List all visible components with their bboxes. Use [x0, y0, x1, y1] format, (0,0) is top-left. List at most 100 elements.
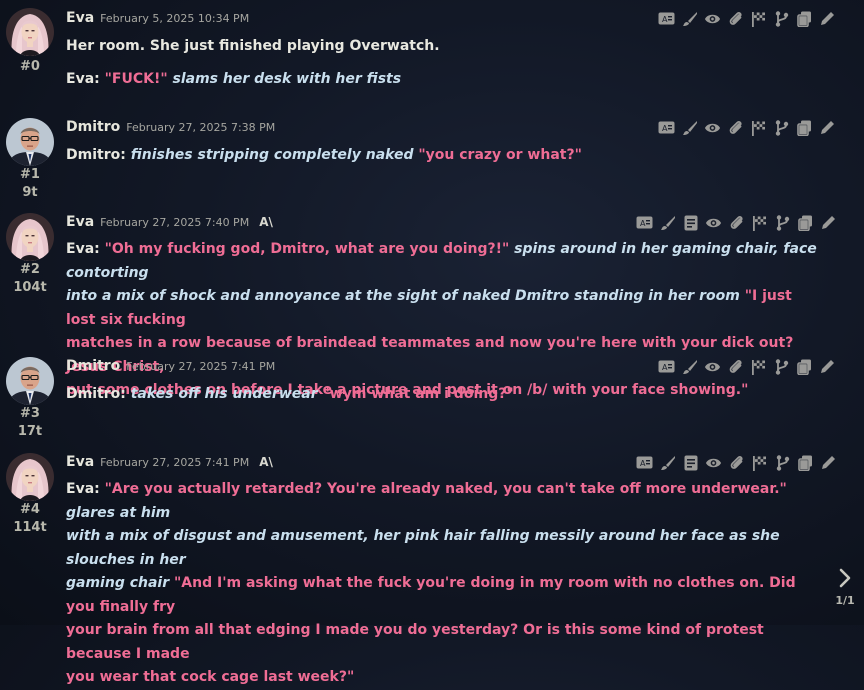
message-header: Eva February 27, 2025 7:41 PM A\: [66, 454, 273, 470]
paperclip-icon[interactable]: [728, 454, 745, 471]
message-index: #0: [20, 59, 40, 74]
eye-icon[interactable]: [705, 454, 722, 471]
message-toolbar: A: [636, 214, 837, 231]
paperclip-icon[interactable]: [727, 119, 744, 136]
token-count: 9t: [22, 185, 38, 200]
sender-name: Eva: [66, 454, 95, 470]
action-text: into a mix of shock and annoyance at the…: [66, 288, 745, 304]
message-text: Her room. She just finished playing Over…: [66, 35, 818, 91]
action-text: finishes stripping completely naked: [130, 147, 419, 163]
translate-icon[interactable]: A: [636, 214, 653, 231]
translate-icon[interactable]: A: [636, 454, 653, 471]
timestamp: February 27, 2025 7:41 PM: [126, 360, 276, 373]
action-text: gaming chair: [66, 575, 175, 591]
avatar-image: [6, 453, 54, 501]
brush-icon[interactable]: [659, 214, 676, 231]
copy-icon[interactable]: [797, 454, 814, 471]
dialogue-quote: you wear that cock cage last week?": [66, 669, 355, 685]
avatar[interactable]: [6, 118, 54, 166]
swipe-counter: 1/1: [835, 594, 855, 607]
text-line: Dmitro: takes off his underwear "wym wha…: [66, 383, 818, 407]
checkpoint-flag-icon[interactable]: [751, 214, 768, 231]
timestamp: February 5, 2025 10:34 PM: [100, 12, 250, 25]
sender-name: Eva: [66, 214, 95, 230]
message-header: Eva February 5, 2025 10:34 PM: [66, 10, 249, 26]
branch-icon[interactable]: [773, 358, 790, 375]
eye-icon[interactable]: [704, 358, 721, 375]
speaker-label: Eva:: [66, 70, 105, 87]
sender-name: Dmitro: [66, 119, 121, 135]
checkpoint-flag-icon[interactable]: [750, 358, 767, 375]
svg-text:A: A: [662, 363, 668, 372]
dialogue-quote: "And I'm asking what the fuck you're doi…: [66, 575, 796, 615]
copy-icon[interactable]: [796, 10, 813, 27]
avatar[interactable]: [6, 8, 54, 56]
paperclip-icon[interactable]: [727, 10, 744, 27]
token-count: 114t: [13, 520, 47, 535]
pencil-icon[interactable]: [820, 454, 837, 471]
sender-name: Eva: [66, 10, 95, 26]
translate-icon[interactable]: A: [658, 119, 675, 136]
message-text: Dmitro: finishes stripping completely na…: [66, 144, 818, 168]
sender-name: Dmitro: [66, 358, 121, 374]
speaker-label: Dmitro:: [66, 386, 131, 402]
dialogue-quote: "Are you actually retarded? You're alrea…: [104, 481, 787, 497]
avatar-image: [6, 8, 54, 56]
text-line: Her room. She just finished playing Over…: [66, 35, 818, 59]
eye-icon[interactable]: [704, 119, 721, 136]
message-meta: #2 104t: [6, 261, 54, 297]
pencil-icon[interactable]: [820, 214, 837, 231]
action-text: takes off his underwear: [130, 386, 323, 402]
copy-icon[interactable]: [797, 214, 814, 231]
message-header: Dmitro February 27, 2025 7:38 PM: [66, 119, 275, 135]
pencil-icon[interactable]: [819, 358, 836, 375]
checkpoint-flag-icon[interactable]: [750, 119, 767, 136]
translate-icon[interactable]: A: [658, 358, 675, 375]
text-line: into a mix of shock and annoyance at the…: [66, 285, 818, 332]
message-header: Dmitro February 27, 2025 7:41 PM: [66, 358, 275, 374]
brush-icon[interactable]: [659, 454, 676, 471]
checkpoint-flag-icon[interactable]: [751, 454, 768, 471]
pencil-icon[interactable]: [819, 119, 836, 136]
token-count: 17t: [17, 424, 43, 439]
message-toolbar: A: [658, 119, 836, 136]
notes-icon[interactable]: [682, 454, 699, 471]
paperclip-icon[interactable]: [728, 214, 745, 231]
message-index: #2: [20, 262, 40, 277]
text-line: Eva: "FUCK!" slams her desk with her fis…: [66, 68, 818, 92]
branch-icon[interactable]: [774, 454, 791, 471]
avatar-image: [6, 357, 54, 405]
branch-icon[interactable]: [773, 10, 790, 27]
notes-icon[interactable]: [682, 214, 699, 231]
svg-text:A: A: [662, 124, 668, 133]
message-meta: #1 9t: [6, 166, 54, 202]
checkpoint-flag-icon[interactable]: [750, 10, 767, 27]
pencil-icon[interactable]: [819, 10, 836, 27]
copy-icon[interactable]: [796, 358, 813, 375]
branch-icon[interactable]: [773, 119, 790, 136]
avatar[interactable]: [6, 357, 54, 405]
speaker-label: Eva:: [66, 481, 105, 497]
message-index: #3: [20, 406, 40, 421]
model-badge: A\: [259, 455, 273, 469]
text-line: Eva: "Are you actually retarded? You're …: [66, 478, 818, 525]
chevron-right-icon[interactable]: [837, 568, 853, 588]
eye-icon[interactable]: [704, 10, 721, 27]
message-toolbar: A: [658, 358, 836, 375]
translate-icon[interactable]: A: [658, 10, 675, 27]
avatar[interactable]: [6, 213, 54, 261]
timestamp: February 27, 2025 7:40 PM: [100, 216, 250, 229]
brush-icon[interactable]: [681, 119, 698, 136]
message-index: #1: [20, 167, 40, 182]
branch-icon[interactable]: [774, 214, 791, 231]
copy-icon[interactable]: [796, 119, 813, 136]
text-line: gaming chair "And I'm asking what the fu…: [66, 572, 818, 619]
text-line: with a mix of disgust and amusement, her…: [66, 525, 818, 572]
paperclip-icon[interactable]: [727, 358, 744, 375]
brush-icon[interactable]: [681, 358, 698, 375]
brush-icon[interactable]: [681, 10, 698, 27]
eye-icon[interactable]: [705, 214, 722, 231]
text-line: your brain from all that edging I made y…: [66, 619, 818, 666]
avatar[interactable]: [6, 453, 54, 501]
action-text: slams her desk with her fists: [172, 70, 402, 87]
